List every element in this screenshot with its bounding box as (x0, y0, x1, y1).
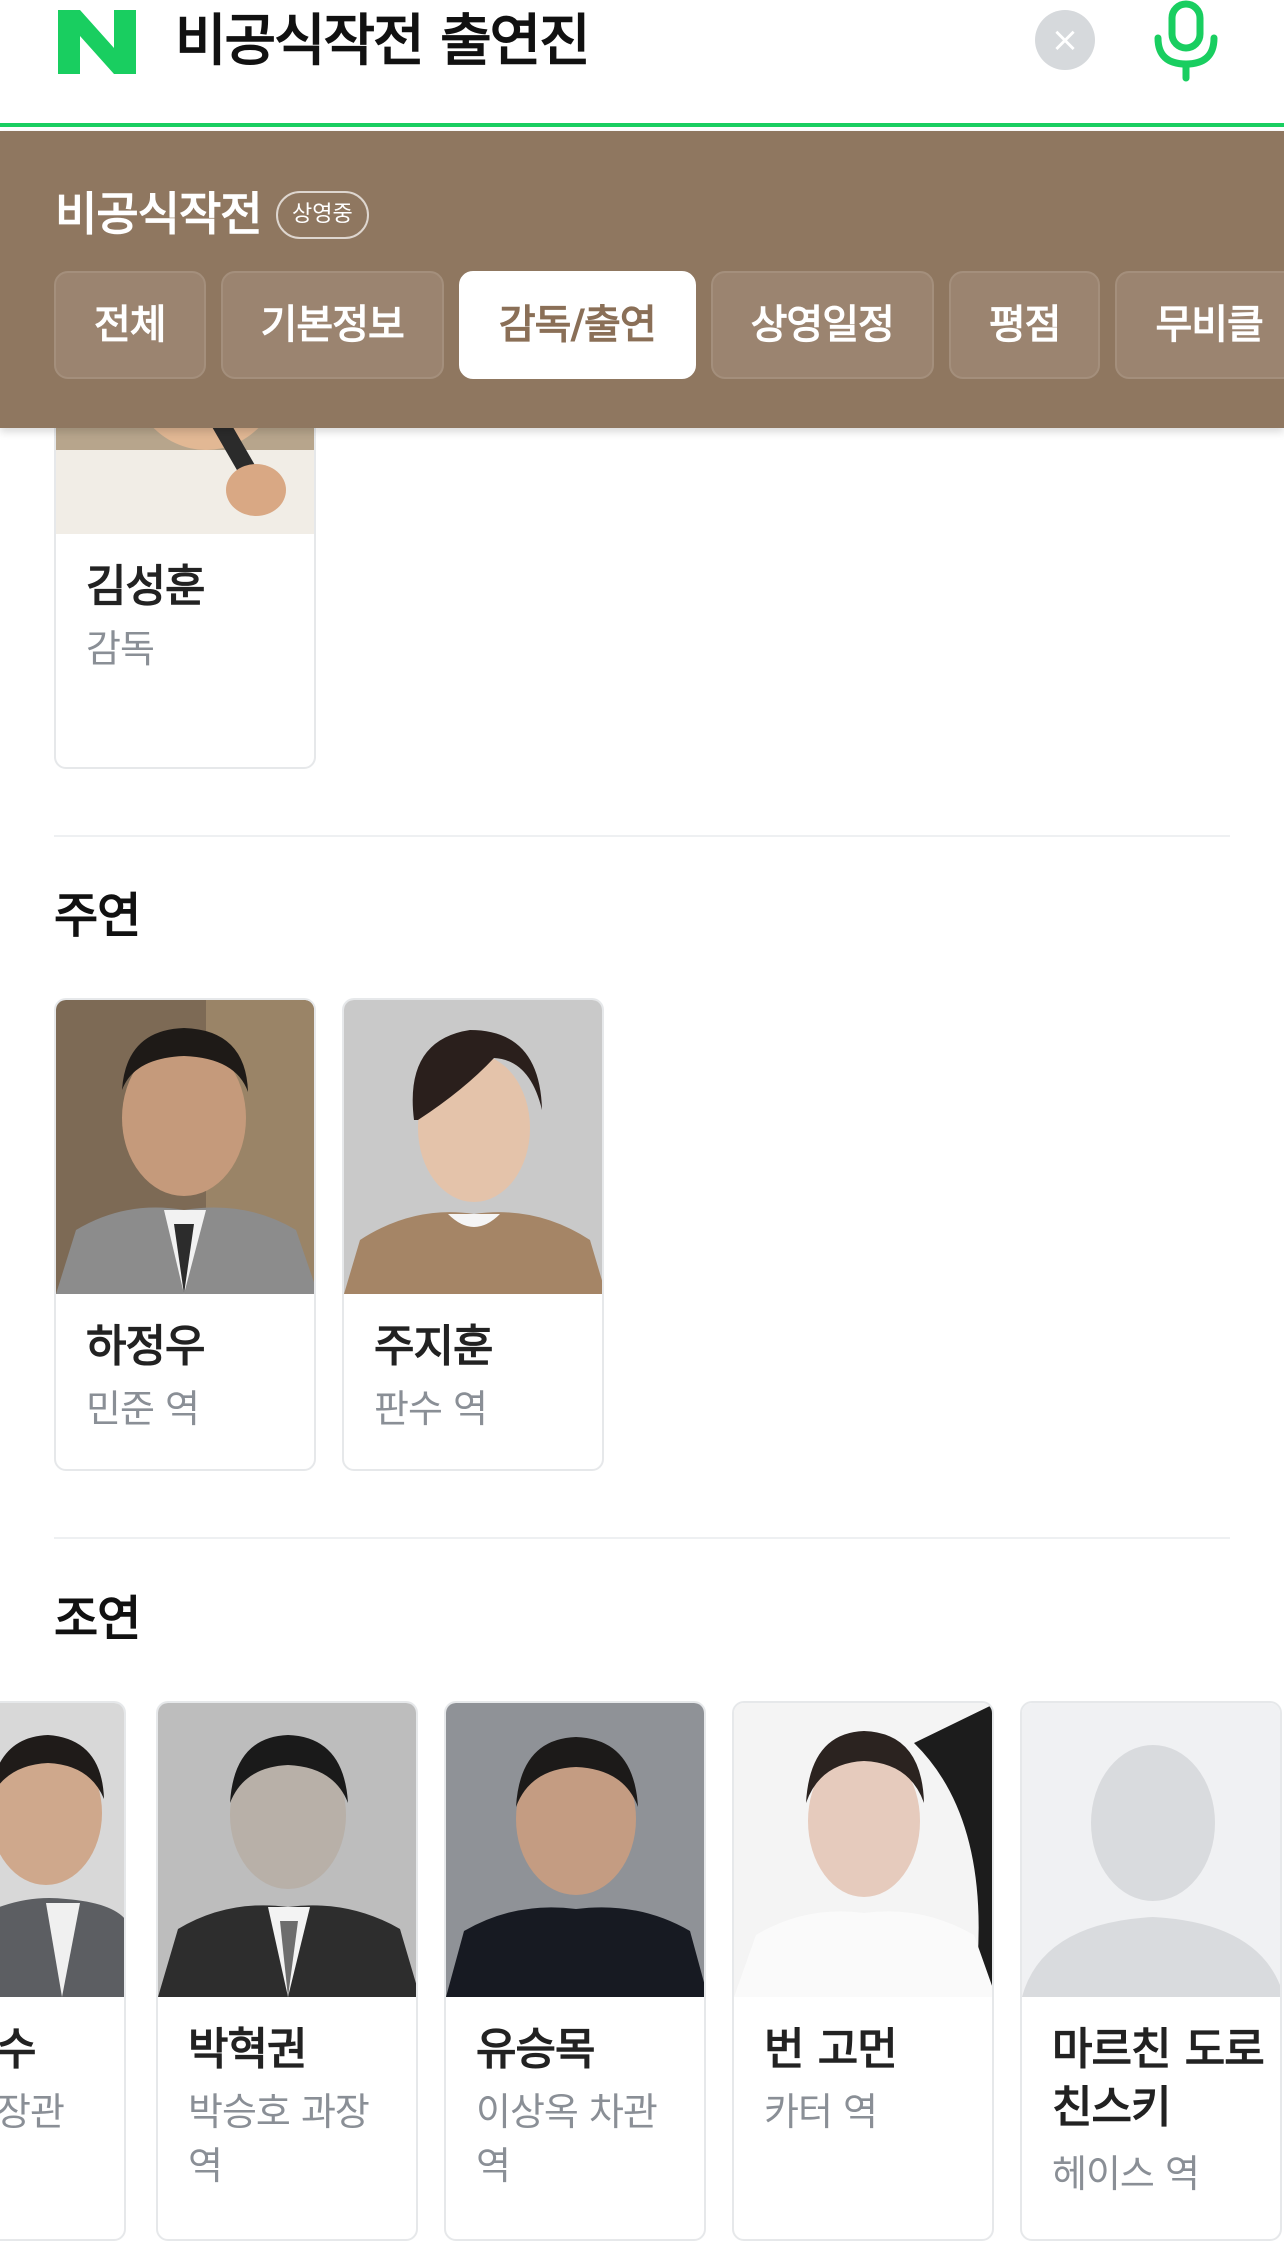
tab-bar: 전체 기본정보 감독/출연 상영일정 평점 무비클 (54, 271, 1284, 379)
actor-role: 이상옥 차관 역 (476, 2090, 658, 2188)
clear-search-button[interactable]: × (1035, 10, 1095, 70)
movie-title[interactable]: 비공식작전 (55, 184, 263, 244)
actor-name: 유승목 (476, 2024, 595, 2075)
actor-name: 주지훈 (374, 1321, 493, 1372)
actor-name: 번 고먼 (764, 2024, 898, 2075)
close-icon: × (1050, 20, 1080, 60)
actor-role: 판수 역 (374, 1387, 488, 1431)
movie-header: 비공식작전 상영중 전체 기본정보 감독/출연 상영일정 평점 무비클 (0, 131, 1284, 428)
section-divider (54, 1537, 1230, 1539)
actor-name: 수 (0, 2021, 36, 2079)
tab-all[interactable]: 전체 (54, 271, 206, 379)
naver-logo[interactable] (58, 10, 136, 74)
search-input[interactable]: 비공식작전 출연진 (175, 6, 591, 78)
tab-schedule[interactable]: 상영일정 (710, 271, 934, 379)
supporting-card[interactable]: 박혁권 박승호 과장 역 (156, 1701, 418, 2241)
actor-photo (446, 1703, 704, 1997)
actor-name: 마르친 도로친스키 (1052, 2024, 1265, 2133)
tab-movieclip[interactable]: 무비클 (1115, 271, 1284, 379)
supporting-card[interactable]: 수 장관 (0, 1701, 126, 2241)
section-divider (54, 835, 1230, 837)
supporting-card[interactable]: 마르친 도로친스키 헤이스 역 (1020, 1701, 1282, 2241)
supporting-card[interactable]: 번 고먼 카터 역 (732, 1701, 994, 2241)
director-photo (56, 428, 314, 534)
actor-photo (158, 1703, 416, 1997)
actor-photo (734, 1703, 992, 1997)
status-badge: 상영중 (276, 191, 369, 239)
actor-photo (0, 1703, 124, 1997)
tab-rating[interactable]: 평점 (948, 271, 1101, 379)
actor-role: 박승호 과장 역 (188, 2090, 370, 2188)
lead-section-title: 주연 (54, 888, 141, 944)
tab-basic-info[interactable]: 기본정보 (220, 271, 444, 379)
actor-role: 헤이스 역 (1052, 2152, 1200, 2196)
cast-content: 김성훈 감독 주연 하정우 민준 역 주지훈 판수 역 조연 장관 박혁권 박승… (0, 428, 1284, 2249)
search-bar: 비공식작전 출연진 × (0, 0, 1284, 127)
director-role: 감독 (86, 627, 155, 671)
lead-card[interactable]: 주지훈 판수 역 (342, 998, 604, 1471)
actor-role: 카터 역 (764, 2090, 878, 2134)
actor-name: 하정우 (86, 1321, 205, 1372)
director-card[interactable]: 김성훈 감독 (54, 428, 316, 769)
placeholder-avatar-icon (1022, 1703, 1280, 1997)
microphone-icon[interactable] (1150, 0, 1222, 82)
actor-photo (344, 1000, 602, 1294)
tab-director-cast[interactable]: 감독/출연 (458, 271, 696, 379)
supporting-section-title: 조연 (54, 1591, 141, 1647)
actor-role: 민준 역 (86, 1387, 200, 1431)
lead-card[interactable]: 하정우 민준 역 (54, 998, 316, 1471)
actor-name: 박혁권 (188, 2024, 307, 2075)
director-name: 김성훈 (86, 561, 205, 612)
actor-photo (56, 1000, 314, 1294)
supporting-card[interactable]: 유승목 이상옥 차관 역 (444, 1701, 706, 2241)
actor-role: 장관 (0, 2090, 65, 2134)
